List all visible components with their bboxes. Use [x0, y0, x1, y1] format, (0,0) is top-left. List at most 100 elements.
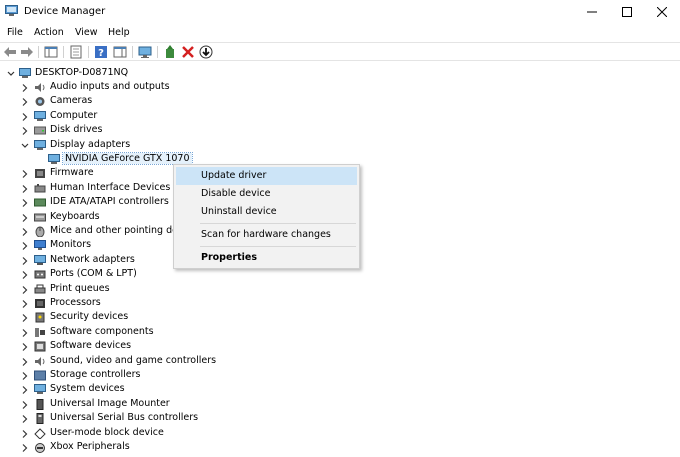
tree-category[interactable]: Sound, video and game controllers: [20, 355, 220, 369]
chevron-right-icon[interactable]: [20, 399, 30, 411]
tree-category-label: System devices: [50, 383, 125, 395]
action-pane-icon[interactable]: [113, 45, 127, 59]
tree-category[interactable]: Cameras: [20, 95, 220, 109]
tree-category-label: Firmware: [50, 167, 94, 179]
download-icon[interactable]: [199, 45, 213, 59]
chevron-right-icon[interactable]: [20, 111, 30, 123]
tree-category-label: Disk drives: [50, 124, 103, 136]
menu-view[interactable]: View: [75, 27, 98, 38]
chevron-right-icon[interactable]: [20, 197, 30, 209]
tree-category-label: Mice and other pointing devic: [50, 225, 192, 236]
help-icon[interactable]: ?: [94, 45, 108, 59]
tree-category-label: User-mode block device: [50, 426, 164, 438]
xbox-icon: [35, 443, 45, 453]
chevron-right-icon[interactable]: [20, 226, 30, 238]
minimize-button[interactable]: [575, 0, 609, 24]
tree-category[interactable]: Software devices: [20, 340, 220, 354]
menu-item-scan-hardware[interactable]: Scan for hardware changes: [176, 226, 357, 244]
chevron-right-icon[interactable]: [20, 183, 30, 195]
tree-category[interactable]: Disk drives: [20, 124, 220, 138]
display-adapter-icon: [48, 154, 60, 164]
chevron-right-icon[interactable]: [20, 370, 30, 382]
chevron-right-icon[interactable]: [20, 341, 30, 353]
back-arrow-icon[interactable]: [3, 45, 17, 59]
chevron-right-icon[interactable]: [20, 255, 30, 267]
menu-item-disable-device[interactable]: Disable device: [176, 185, 357, 203]
tree-category[interactable]: Print queues: [20, 283, 220, 297]
menu-separator: [200, 246, 356, 247]
chevron-right-icon[interactable]: [20, 168, 30, 180]
tree-category-label: Storage controllers: [50, 369, 141, 380]
tree-category[interactable]: Display adapters: [20, 139, 220, 153]
tree-category[interactable]: Ports (COM & LPT): [20, 268, 220, 282]
menu-item-uninstall-device[interactable]: Uninstall device: [176, 203, 357, 221]
chevron-right-icon[interactable]: [20, 413, 30, 425]
display-adapter-icon: [34, 139, 46, 150]
chevron-right-icon[interactable]: [20, 327, 30, 339]
chevron-right-icon[interactable]: [20, 312, 30, 324]
tree-category[interactable]: Universal Image Mounter: [20, 398, 220, 412]
chevron-right-icon[interactable]: [20, 384, 30, 396]
tree-category-label: Display adapters: [50, 138, 131, 150]
chevron-right-icon[interactable]: [20, 269, 30, 281]
maximize-icon: [622, 7, 632, 17]
tree-device-nvidia[interactable]: NVIDIA GeForce GTX 1070: [48, 152, 193, 167]
console-tree-icon[interactable]: [44, 45, 58, 59]
forward-arrow-icon[interactable]: [20, 45, 34, 59]
menu-file[interactable]: File: [7, 27, 23, 38]
menu-help[interactable]: Help: [108, 27, 130, 38]
system-icon: [34, 384, 46, 395]
keyboard-icon: [34, 213, 46, 222]
chevron-right-icon[interactable]: [20, 298, 30, 310]
network-icon: [34, 254, 46, 265]
menu-item-properties[interactable]: Properties: [176, 249, 357, 267]
disk-icon: [34, 126, 46, 135]
tree-root[interactable]: DESKTOP-D0871NQ: [6, 67, 166, 81]
tree-category[interactable]: Xbox Peripherals: [20, 441, 220, 455]
uninstall-x-icon[interactable]: [181, 45, 195, 59]
block-device-icon: [34, 427, 46, 439]
chevron-down-icon[interactable]: [20, 140, 30, 152]
tree-category[interactable]: Universal Serial Bus controllers: [20, 412, 220, 426]
menu-separator: [200, 223, 356, 224]
menu-action[interactable]: Action: [34, 27, 64, 38]
svg-text:?: ?: [98, 48, 104, 59]
properties-sheet-icon[interactable]: [69, 45, 83, 59]
tree-category-label: Software devices: [50, 340, 132, 352]
tree-category[interactable]: Security devices: [20, 311, 220, 325]
chevron-right-icon[interactable]: [20, 428, 30, 440]
menu-item-label: Disable device: [201, 188, 271, 199]
add-driver-icon[interactable]: [163, 45, 177, 59]
camera-icon: [35, 97, 45, 107]
chevron-right-icon[interactable]: [20, 356, 30, 368]
tree-category[interactable]: Computer: [20, 110, 220, 124]
speaker-icon: [35, 83, 45, 92]
tree-category[interactable]: User-mode block device: [20, 427, 220, 441]
chevron-right-icon[interactable]: [20, 125, 30, 137]
chevron-right-icon[interactable]: [20, 240, 30, 252]
tree-category[interactable]: Audio inputs and outputs: [20, 81, 220, 95]
chevron-right-icon[interactable]: [20, 212, 30, 224]
tree-category-label: Security devices: [50, 311, 129, 323]
tree-category[interactable]: System devices: [20, 383, 220, 397]
chevron-right-icon[interactable]: [20, 442, 30, 454]
maximize-button[interactable]: [610, 0, 644, 24]
printer-icon: [34, 284, 46, 294]
chevron-right-icon[interactable]: [20, 96, 30, 108]
tree-category[interactable]: Storage controllers: [20, 369, 220, 383]
port-icon: [34, 270, 46, 279]
toolbar-separator: [63, 46, 64, 58]
chevron-right-icon[interactable]: [20, 82, 30, 94]
tree-category[interactable]: Software components: [20, 326, 220, 340]
close-icon: [657, 7, 667, 17]
close-button[interactable]: [645, 0, 679, 24]
menu-item-update-driver[interactable]: Update driver: [176, 167, 357, 185]
tree-category-label: Universal Image Mounter: [50, 397, 170, 409]
chevron-right-icon[interactable]: [20, 284, 30, 296]
minimize-icon: [587, 11, 597, 13]
chevron-down-icon[interactable]: [6, 68, 16, 80]
monitor-scan-icon[interactable]: [138, 45, 152, 59]
toolbar: ?: [0, 42, 680, 61]
tree-category[interactable]: Processors: [20, 297, 220, 311]
tree-category-label: Ports (COM & LPT): [50, 268, 137, 280]
